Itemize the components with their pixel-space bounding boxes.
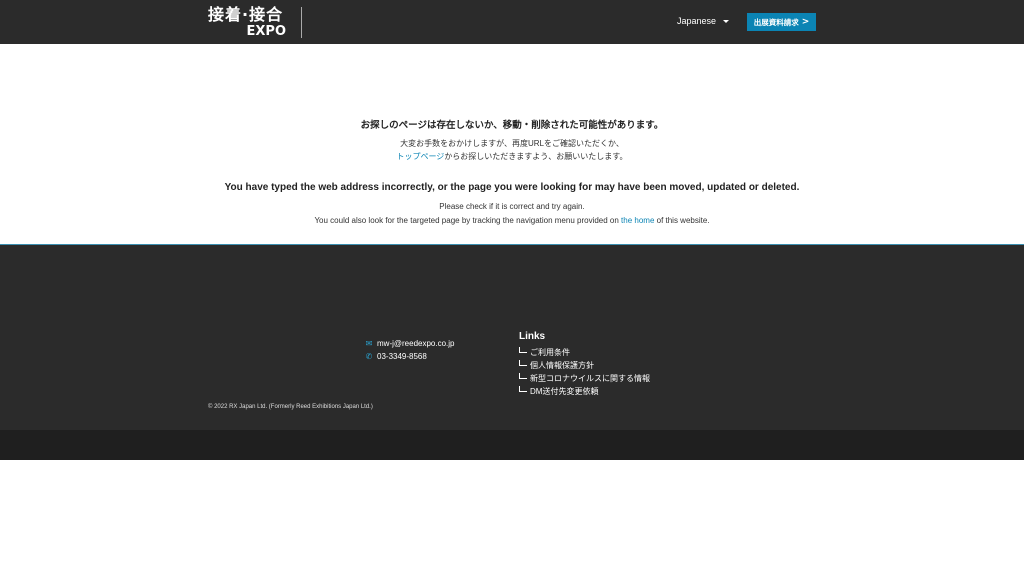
email-address[interactable]: mw-j@reedexpo.co.jp — [377, 339, 454, 348]
exhibit-info-request-button[interactable]: 出展資料請求 > — [747, 13, 816, 31]
en-line2-post: of this website. — [654, 216, 710, 225]
corner-arrow-icon — [519, 360, 527, 366]
error-title-ja: お探しのページは存在しないか、移動・削除された可能性があります。 — [360, 120, 664, 131]
corner-arrow-icon — [519, 386, 527, 392]
footer-link-label: 個人情報保護方針 — [530, 361, 594, 370]
logo-line1: 接着·接合 — [208, 5, 284, 24]
footer-link-privacy[interactable]: 個人情報保護方針 — [519, 359, 650, 372]
footer-link-label: DM送付先変更依頼 — [530, 387, 599, 396]
en-line2-pre: You could also look for the targeted pag… — [314, 216, 622, 225]
site-logo[interactable]: 接着·接合 EXPO — [208, 5, 288, 40]
sub-footer-bar — [0, 430, 1024, 460]
logo-line2: EXPO — [246, 24, 286, 39]
copyright: © 2022 RX Japan Ltd. (Formerly Reed Exhi… — [208, 404, 373, 410]
language-selector[interactable]: Japanese — [677, 16, 729, 26]
footer-link-covid[interactable]: 新型コロナウイルスに関する情報 — [519, 372, 650, 385]
error-message-en-line2: You could also look for the targeted pag… — [0, 216, 1024, 225]
error-message-ja-line2: トップページからお探しいただきますよう、お願いいたします。 — [0, 151, 1024, 162]
envelope-icon: ✉ — [365, 339, 373, 348]
error-message-ja-line1: 大変お手数をおかけしますが、再度URLをご確認いただくか、 — [400, 139, 624, 148]
home-link[interactable]: the home — [621, 216, 654, 225]
contact-info: ✉ mw-j@reedexpo.co.jp ✆ 03-3349-8568 — [364, 337, 455, 363]
footer-link-label: 新型コロナウイルスに関する情報 — [530, 374, 650, 383]
footer-links: Links ご利用条件 個人情報保護方針 新型コロナウイルスに関する情報 DM送… — [519, 331, 650, 398]
corner-arrow-icon — [519, 373, 527, 379]
links-heading: Links — [519, 331, 546, 342]
phone-number[interactable]: 03-3349-8568 — [377, 352, 427, 361]
footer-link-dm-change[interactable]: DM送付先変更依頼 — [519, 385, 650, 398]
top-page-link[interactable]: トップページ — [396, 152, 444, 161]
site-header: 接着·接合 EXPO Japanese 出展資料請求 > — [0, 0, 1024, 44]
error-message-en-line1: Please check if it is correct and try ag… — [439, 202, 585, 211]
phone-icon: ✆ — [365, 352, 373, 361]
site-footer: ✉ mw-j@reedexpo.co.jp ✆ 03-3349-8568 Lin… — [0, 244, 1024, 431]
cta-label: 出展資料請求 — [753, 17, 799, 27]
footer-link-label: ご利用条件 — [530, 348, 570, 357]
error-title-en: You have typed the web address incorrect… — [224, 182, 800, 193]
logo-divider — [301, 7, 302, 38]
corner-arrow-icon — [519, 347, 527, 353]
email-row: ✉ mw-j@reedexpo.co.jp — [364, 337, 455, 350]
caret-down-icon — [722, 20, 729, 24]
chevron-right-icon: > — [801, 16, 810, 27]
error-message-ja-line2-text: からお探しいただきますよう、お願いいたします。 — [444, 152, 628, 161]
language-label: Japanese — [677, 16, 717, 26]
footer-link-terms[interactable]: ご利用条件 — [519, 346, 650, 359]
error-content: お探しのページは存在しないか、移動・削除された可能性があります。 大変お手数をお… — [0, 44, 1024, 244]
phone-row: ✆ 03-3349-8568 — [364, 350, 454, 363]
